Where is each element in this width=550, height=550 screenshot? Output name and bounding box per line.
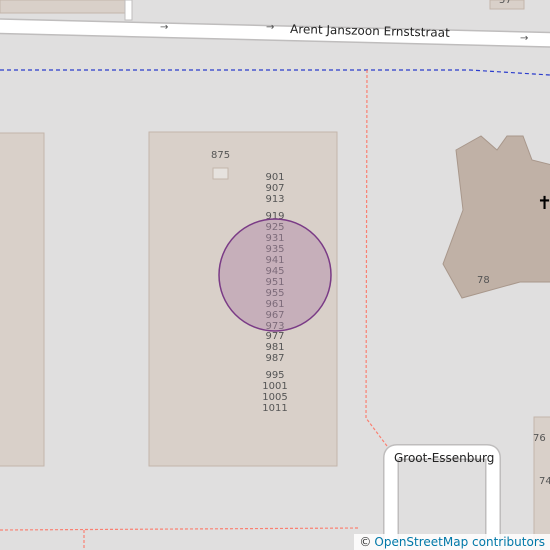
map-canvas[interactable]: 57 → → → Arent Janszoon Ernststraat 875 … — [0, 0, 550, 550]
house-number: 987 — [265, 353, 284, 364]
church-building — [442, 135, 550, 299]
top-area — [132, 0, 550, 18]
top-right-number: 57 — [499, 0, 512, 6]
house-number: 907 — [265, 183, 284, 194]
footway-bottom — [0, 527, 361, 531]
house-number: 901 — [265, 172, 284, 183]
house-number: 995 — [265, 370, 284, 381]
house-number: 1005 — [262, 392, 287, 403]
oneway-arrow-icon: → — [520, 33, 528, 44]
boundary-line — [0, 69, 550, 76]
house-number: 981 — [265, 342, 284, 353]
footway-vertical — [365, 69, 391, 451]
house-number: 1001 — [262, 381, 287, 392]
map-layer: 57 → → → Arent Janszoon Ernststraat 875 … — [0, 0, 550, 550]
church-icon: ✝ — [537, 193, 550, 214]
house-number: 1011 — [262, 403, 287, 414]
location-marker[interactable] — [218, 218, 332, 332]
main-street[interactable] — [0, 19, 550, 47]
house-number: 913 — [265, 194, 284, 205]
church-number: 78 — [477, 275, 490, 286]
building-top-left — [0, 0, 126, 14]
side-road-top — [124, 0, 133, 21]
building-number: 74 — [539, 476, 550, 487]
attribution-link[interactable]: OpenStreetMap contributors — [374, 535, 545, 549]
side-street-label: Groot-Essenburg — [394, 451, 494, 465]
building-number-small: 875 — [211, 150, 230, 161]
attribution: © OpenStreetMap contributors — [354, 534, 550, 550]
copyright-icon: © — [359, 535, 372, 549]
house-number: 977 — [265, 331, 284, 342]
building-number: 76 — [533, 433, 546, 444]
building-left — [0, 132, 45, 467]
oneway-arrow-icon: → — [160, 22, 168, 33]
oneway-arrow-icon: → — [266, 22, 274, 33]
building-small-box — [212, 167, 229, 180]
